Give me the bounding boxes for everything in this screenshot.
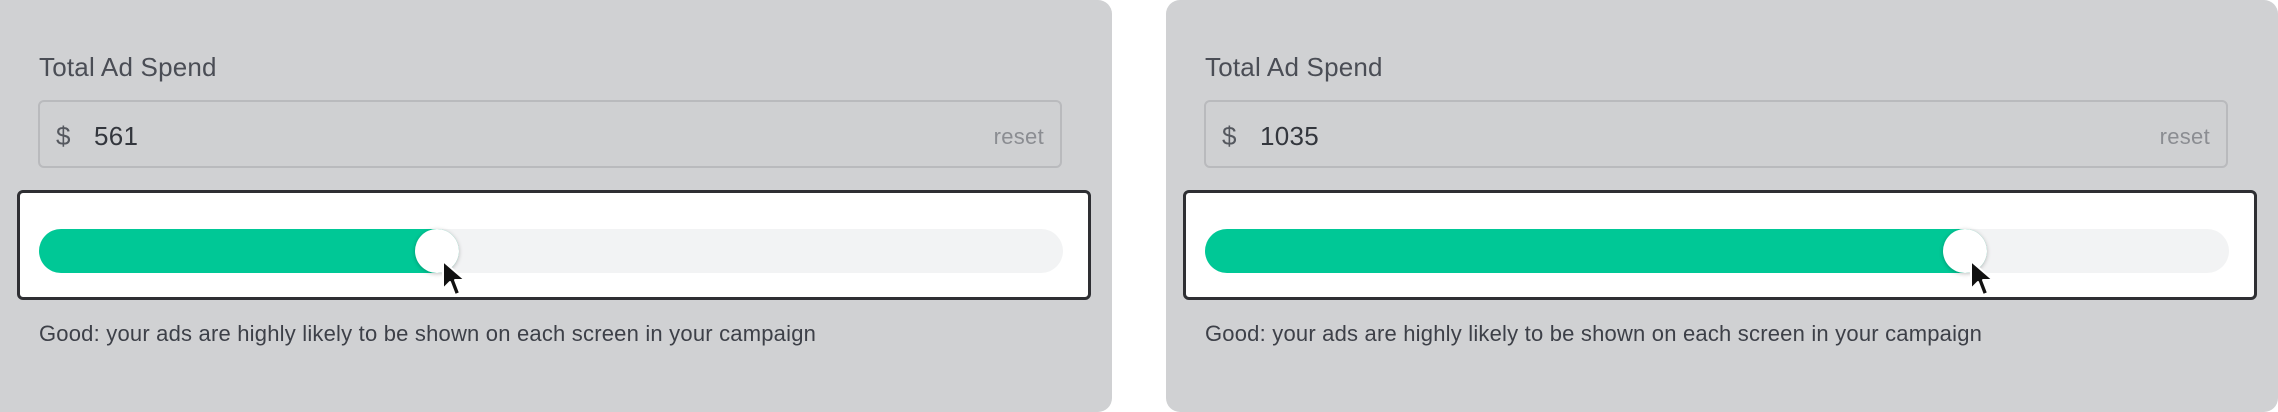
spend-hint-text: Good: your ads are highly likely to be s…: [39, 321, 817, 346]
spend-slider-container: [17, 190, 1091, 300]
slider-track[interactable]: [39, 229, 1063, 296]
ad-spend-panel: Total Ad Spend $ 561 reset Good: your ad…: [0, 0, 1112, 412]
currency-symbol: $: [1222, 121, 1237, 151]
amount-input[interactable]: $ 1035 reset: [1204, 100, 2228, 168]
panel-title: Total Ad Spend: [1205, 52, 1383, 82]
slider-track[interactable]: [1205, 229, 2229, 296]
reset-button[interactable]: reset: [994, 124, 1044, 150]
slider-thumb[interactable]: [1943, 229, 1987, 273]
amount-input[interactable]: $ 561 reset: [38, 100, 1062, 168]
amount-value[interactable]: 561: [94, 121, 138, 152]
slider-thumb[interactable]: [415, 229, 459, 273]
spend-hint-text: Good: your ads are highly likely to be s…: [1205, 321, 1983, 346]
comparison-stage: Total Ad Spend $ 561 reset Good: your ad…: [0, 0, 2278, 412]
slider-fill: [1205, 229, 1987, 273]
amount-value[interactable]: 1035: [1260, 121, 1319, 152]
reset-button[interactable]: reset: [2160, 124, 2210, 150]
ad-spend-panel: Total Ad Spend $ 1035 reset Good: your a…: [1166, 0, 2278, 412]
currency-symbol: $: [56, 121, 71, 151]
spend-slider-container: [1183, 190, 2257, 300]
panel-title: Total Ad Spend: [39, 52, 217, 82]
slider-fill: [39, 229, 459, 273]
